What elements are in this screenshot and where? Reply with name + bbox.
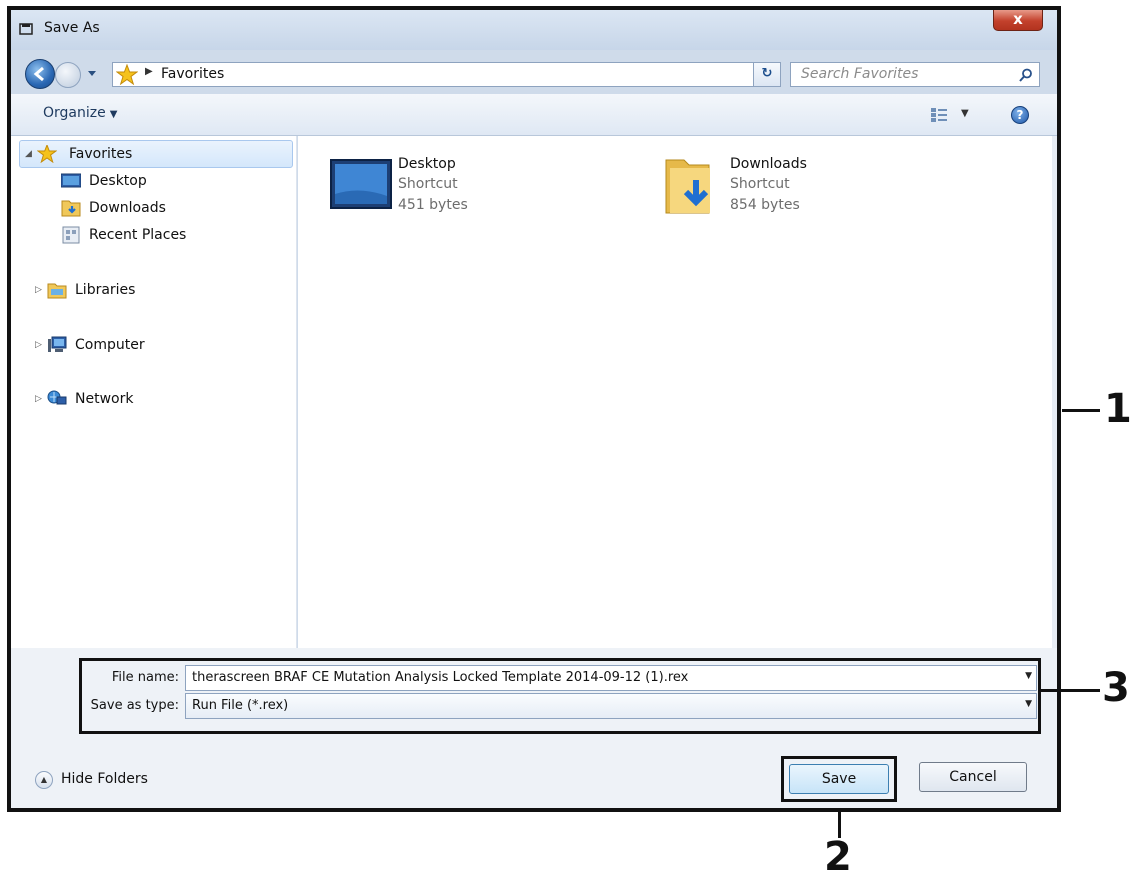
save-as-type-select[interactable]: Run File (*.rex) ▼ <box>185 693 1037 719</box>
computer-icon <box>48 336 67 352</box>
callout-3-line <box>1040 689 1100 692</box>
save-as-type-label: Save as type: <box>90 698 179 713</box>
file-name-value: therascreen BRAF CE Mutation Analysis Lo… <box>192 670 689 685</box>
recent-pages-dropdown-icon[interactable] <box>85 64 99 82</box>
organize-menu[interactable]: Organize ▼ <box>43 105 117 121</box>
collapsed-triangle-icon[interactable]: ▷ <box>35 394 42 404</box>
nav-item-libraries[interactable]: ▷ Libraries <box>11 278 297 304</box>
chevron-up-icon: ▲ <box>35 771 53 789</box>
file-name-label: File name: <box>111 670 179 685</box>
desktop-icon <box>61 173 81 188</box>
chevron-down-icon[interactable]: ▼ <box>1025 699 1032 709</box>
breadcrumb-separator-icon[interactable]: ▶ <box>145 66 153 77</box>
hide-folders-label: Hide Folders <box>61 771 148 787</box>
address-bar[interactable]: ▶ Favorites ▼ <box>112 62 779 87</box>
file-size: 854 bytes <box>730 197 800 213</box>
refresh-icon: ↻ <box>761 66 773 81</box>
downloads-folder-icon <box>61 200 81 217</box>
callout-2-number: 2 <box>824 834 852 880</box>
callout-1-number: 1 <box>1104 386 1132 432</box>
file-name: Desktop <box>398 156 456 172</box>
vertical-scrollbar[interactable] <box>1052 136 1057 648</box>
organize-label: Organize <box>43 105 106 121</box>
nav-label-computer: Computer <box>75 337 145 353</box>
file-size: 451 bytes <box>398 197 468 213</box>
nav-label-favorites: Favorites <box>69 146 133 162</box>
recent-places-icon <box>62 226 80 244</box>
favorites-star-icon <box>116 64 138 86</box>
file-name-field[interactable]: therascreen BRAF CE Mutation Analysis Lo… <box>185 665 1037 691</box>
save-form: File name: therascreen BRAF CE Mutation … <box>11 648 1057 808</box>
file-list: Desktop Shortcut 451 bytes Downloads Sho… <box>298 136 1052 648</box>
forward-button[interactable] <box>55 62 81 88</box>
cancel-button[interactable]: Cancel <box>919 762 1027 792</box>
save-as-type-value: Run File (*.rex) <box>192 698 289 713</box>
help-icon[interactable]: ? <box>1011 106 1029 124</box>
collapsed-triangle-icon[interactable]: ▷ <box>35 340 42 350</box>
nav-item-downloads[interactable]: Downloads <box>11 196 297 222</box>
callout-3-number: 3 <box>1102 665 1130 711</box>
back-arrow-icon <box>33 66 44 82</box>
callout-2-highlight: Save <box>781 756 897 802</box>
chevron-down-icon[interactable]: ▼ <box>1025 671 1032 681</box>
callout-1-line <box>1062 409 1100 412</box>
nav-item-network[interactable]: ▷ Network <box>11 387 297 413</box>
navigation-pane: ◢ Favorites Desktop Downloads Recent Pla… <box>11 136 297 648</box>
file-type: Shortcut <box>730 176 790 192</box>
file-item-downloads[interactable]: Downloads Shortcut 854 bytes <box>662 156 912 220</box>
refresh-button[interactable]: ↻ <box>753 62 781 87</box>
file-item-desktop[interactable]: Desktop Shortcut 451 bytes <box>330 156 580 220</box>
file-name: Downloads <box>730 156 807 172</box>
network-icon <box>47 390 67 405</box>
nav-label-network: Network <box>75 391 134 407</box>
favorites-star-icon <box>37 145 57 163</box>
window-title: Save As <box>44 20 100 36</box>
nav-label-recent-places: Recent Places <box>89 227 187 243</box>
search-input[interactable]: Search Favorites <box>790 62 1040 87</box>
save-as-dialog: Save As x ▶ Favorites ▼ ↻ Search Favorit… <box>7 6 1061 812</box>
libraries-icon <box>47 283 67 299</box>
downloads-folder-icon <box>665 159 710 214</box>
change-view-icon[interactable] <box>931 108 947 122</box>
search-icon[interactable] <box>1019 68 1033 82</box>
collapsed-triangle-icon[interactable]: ▷ <box>35 285 42 295</box>
save-button[interactable]: Save <box>789 764 889 794</box>
nav-item-desktop[interactable]: Desktop <box>11 169 297 195</box>
search-placeholder: Search Favorites <box>801 66 919 82</box>
breadcrumb[interactable]: Favorites <box>161 66 224 82</box>
expanded-triangle-icon[interactable]: ◢ <box>25 149 32 159</box>
address-row: ▶ Favorites ▼ ↻ Search Favorites <box>11 50 1057 94</box>
close-button[interactable]: x <box>993 10 1043 31</box>
chevron-down-icon: ▼ <box>109 109 118 120</box>
back-button[interactable] <box>25 59 55 89</box>
nav-item-computer[interactable]: ▷ Computer <box>11 333 297 359</box>
save-dialog-icon <box>19 23 33 35</box>
title-bar[interactable]: Save As x <box>11 10 1057 50</box>
nav-item-recent-places[interactable]: Recent Places <box>11 223 297 249</box>
file-type: Shortcut <box>398 176 458 192</box>
command-toolbar: Organize ▼ ▼ ? <box>11 94 1057 136</box>
view-options-dropdown-icon[interactable]: ▼ <box>961 108 969 119</box>
nav-label-desktop: Desktop <box>89 173 147 189</box>
nav-item-favorites[interactable]: ◢ Favorites <box>11 142 297 168</box>
nav-label-downloads: Downloads <box>89 200 166 216</box>
desktop-icon <box>330 159 392 209</box>
nav-label-libraries: Libraries <box>75 282 136 298</box>
